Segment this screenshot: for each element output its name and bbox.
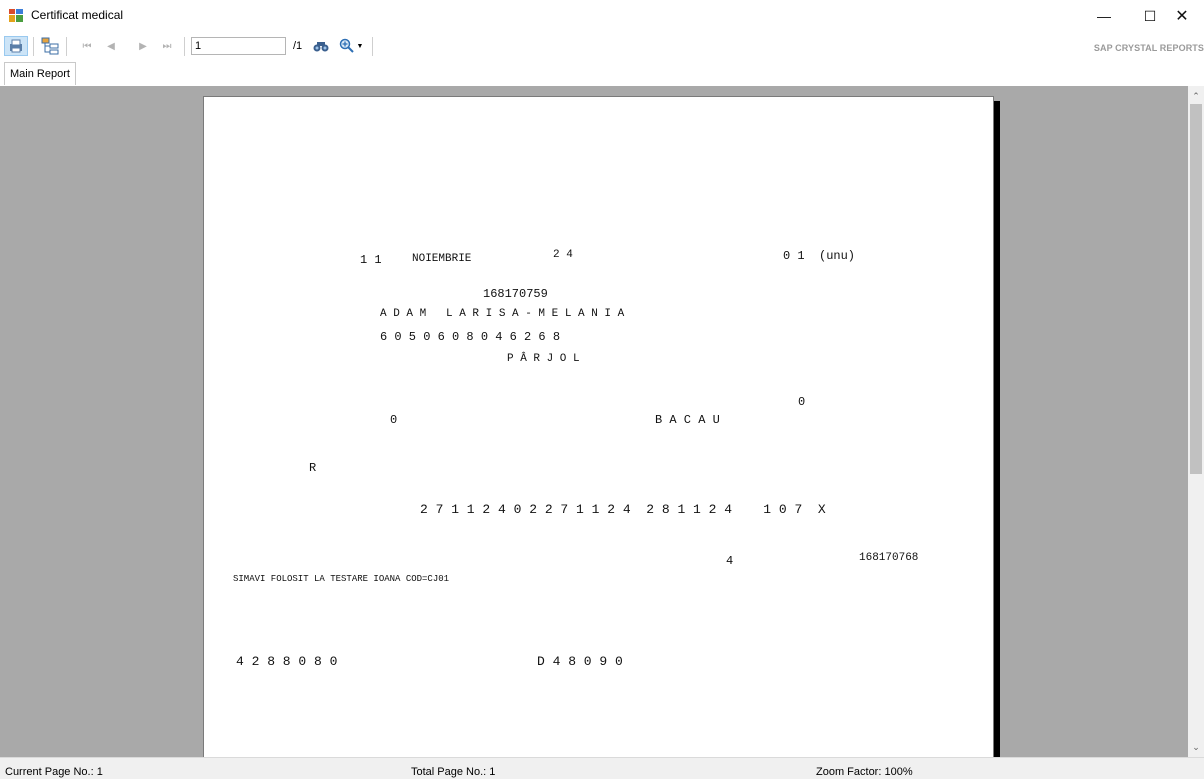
next-page-icon: ▶ [139, 40, 147, 52]
export-icon [10, 39, 22, 53]
toolbar-separator [66, 37, 67, 56]
cnp-field: 6 0 5 0 6 0 8 0 4 6 2 6 8 [380, 330, 561, 344]
toolbar-separator [184, 37, 185, 56]
maximize-icon: ☐ [1143, 7, 1157, 24]
next-page-button[interactable]: ▶ [136, 38, 150, 54]
app-icon [9, 9, 23, 22]
last-page-icon: ⏭ [162, 40, 172, 52]
locality-field: P Â R J O L [507, 353, 580, 365]
bottom-left-field: 4 2 8 8 0 8 0 [236, 654, 338, 669]
zoom-button[interactable]: ▼ [337, 36, 365, 56]
zoom-status: Zoom Factor: 100% [816, 766, 913, 778]
toolbar: ⏮ ◀ ▶ ⏭ /1 ▼ SAP CRYSTAL REPORTS [0, 32, 1204, 63]
note-field: SIMAVI FOLOSIT LA TESTARE IOANA COD=CJ01 [233, 574, 450, 584]
minimize-button[interactable]: — [1081, 0, 1127, 32]
status-bar: Current Page No.: 1 Total Page No.: 1 Zo… [0, 757, 1204, 779]
find-button[interactable] [312, 36, 330, 56]
toolbar-separator [372, 37, 373, 56]
previous-page-icon: ◀ [107, 40, 115, 52]
month-field: NOIEMBRIE [412, 253, 472, 265]
year-field: 2 4 [553, 249, 573, 261]
close-button[interactable]: ✕ [1159, 0, 1204, 32]
number-field: 4 [726, 554, 734, 568]
page-number-input[interactable] [191, 37, 286, 55]
scrollbar-thumb[interactable] [1190, 104, 1202, 474]
scroll-up-button[interactable]: ⌃ [1188, 88, 1204, 104]
first-page-icon: ⏮ [82, 40, 92, 52]
report-viewer: 1 1 NOIEMBRIE 2 4 0 1 (unu) 168170759 A … [0, 86, 1188, 757]
report-page: 1 1 NOIEMBRIE 2 4 0 1 (unu) 168170759 A … [203, 96, 994, 757]
vertical-scrollbar[interactable]: ⌃ ⌄ [1188, 86, 1204, 757]
value-left-field: 0 [390, 413, 398, 427]
last-page-button[interactable]: ⏭ [160, 38, 174, 54]
minimize-icon: — [1097, 8, 1111, 24]
chevron-down-icon: ⌄ [1192, 741, 1200, 752]
report-tabs: Main Report [0, 62, 1204, 86]
bottom-mid-field: D 4 8 0 9 0 [537, 654, 623, 669]
toolbar-separator [33, 37, 34, 56]
total-page-status: Total Page No.: 1 [411, 766, 496, 778]
current-page-status: Current Page No.: 1 [5, 766, 103, 778]
letter-r-field: R [309, 461, 317, 475]
page-total-label: /1 [293, 40, 303, 52]
export-button[interactable] [4, 36, 28, 56]
zoom-icon [339, 38, 354, 53]
first-page-button[interactable]: ⏮ [80, 38, 94, 54]
previous-page-button[interactable]: ◀ [104, 38, 118, 54]
toggle-group-tree-button[interactable] [38, 36, 62, 56]
title-bar: Certificat medical — ☐ ✕ [0, 0, 1204, 32]
window-title: Certificat medical [31, 8, 124, 22]
value-right-field: 0 [798, 395, 806, 409]
toggle-group-tree-icon [41, 37, 59, 55]
chevron-up-icon: ⌃ [1192, 90, 1200, 101]
tab-main-report[interactable]: Main Report [4, 62, 76, 85]
day-field: 1 1 [360, 253, 382, 267]
series-number-2-field: 168170768 [859, 552, 919, 564]
count-field: 0 1 (unu) [783, 249, 856, 263]
scroll-down-button[interactable]: ⌄ [1188, 739, 1204, 755]
county-field: B A C A U [655, 413, 720, 427]
find-icon [313, 42, 329, 52]
full-name-field: A D A M L A R I S A - M E L A N I A [380, 308, 625, 320]
close-icon: ✕ [1175, 8, 1189, 25]
codes-field: 2 7 1 1 2 4 0 2 2 7 1 1 2 4 2 8 1 1 2 4 … [420, 502, 826, 517]
chevron-down-icon: ▼ [356, 42, 364, 50]
brand-label: SAP CRYSTAL REPORTS [1093, 43, 1204, 53]
series-number-field: 168170759 [483, 287, 548, 301]
